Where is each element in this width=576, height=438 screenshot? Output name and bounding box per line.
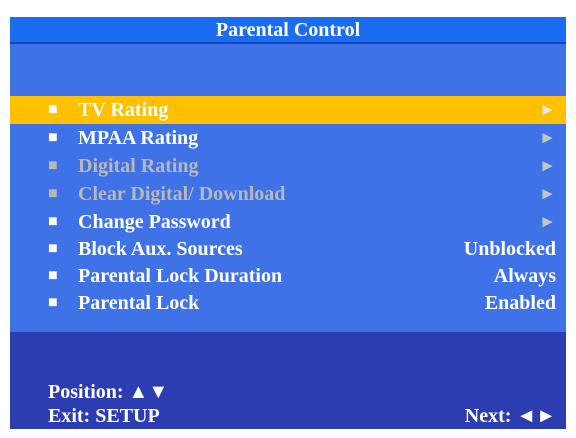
menu-item-label: MPAA Rating xyxy=(78,127,199,149)
help-footer: Position: ▲▼ Exit: SETUP Next: ◄► xyxy=(10,332,566,429)
bullet-icon: ■ xyxy=(48,240,58,257)
next-hint: Next: ◄► xyxy=(464,405,556,427)
menu-item-value: Always xyxy=(493,265,556,287)
bullet-icon: ■ xyxy=(48,101,58,118)
menu-item-parental-lock-duration[interactable]: ■ Parental Lock Duration Always xyxy=(10,262,566,290)
menu-item-label: Clear Digital/ Download xyxy=(78,183,286,205)
menu-item-label: Change Password xyxy=(78,211,231,233)
menu-item-parental-lock[interactable]: ■ Parental Lock Enabled xyxy=(10,289,566,317)
bullet-icon: ■ xyxy=(48,267,58,284)
exit-hint: Exit: SETUP xyxy=(48,405,160,427)
menu-item-change-password[interactable]: ■ Change Password ► xyxy=(10,208,566,236)
menu-item-mpaa-rating[interactable]: ■ MPAA Rating ► xyxy=(10,124,566,152)
bullet-icon: ■ xyxy=(48,185,58,202)
menu-item-value: Unblocked xyxy=(463,238,556,260)
menu-item-label: Parental Lock Duration xyxy=(78,265,283,287)
right-arrow-icon: ► xyxy=(539,156,556,175)
menu-item-tv-rating[interactable]: ■ TV Rating ► xyxy=(10,96,566,124)
menu-panel: ■ TV Rating ► ■ MPAA Rating ► ■ Digital … xyxy=(10,44,566,349)
right-arrow-icon: ► xyxy=(539,212,556,231)
bullet-icon: ■ xyxy=(48,294,58,311)
parental-control-screen: Parental Control ■ TV Rating ► ■ MPAA Ra… xyxy=(10,17,566,429)
menu-item-label: TV Rating xyxy=(78,99,169,121)
right-arrow-icon: ► xyxy=(539,128,556,147)
menu-item-block-aux-sources[interactable]: ■ Block Aux. Sources Unblocked xyxy=(10,235,566,263)
menu-item-label: Parental Lock xyxy=(78,292,200,314)
right-arrow-icon: ► xyxy=(539,184,556,203)
menu-item-value: Enabled xyxy=(484,292,556,314)
bullet-icon: ■ xyxy=(48,213,58,230)
menu-item-digital-rating: ■ Digital Rating ► xyxy=(10,152,566,180)
right-arrow-icon: ► xyxy=(539,100,556,119)
position-hint: Position: ▲▼ xyxy=(48,381,169,403)
bullet-icon: ■ xyxy=(48,129,58,146)
menu-item-label: Block Aux. Sources xyxy=(78,238,243,260)
menu-item-clear-digital-download: ■ Clear Digital/ Download ► xyxy=(10,180,566,208)
bullet-icon: ■ xyxy=(48,157,58,174)
menu-item-label: Digital Rating xyxy=(78,155,199,177)
page-title: Parental Control xyxy=(10,17,566,44)
